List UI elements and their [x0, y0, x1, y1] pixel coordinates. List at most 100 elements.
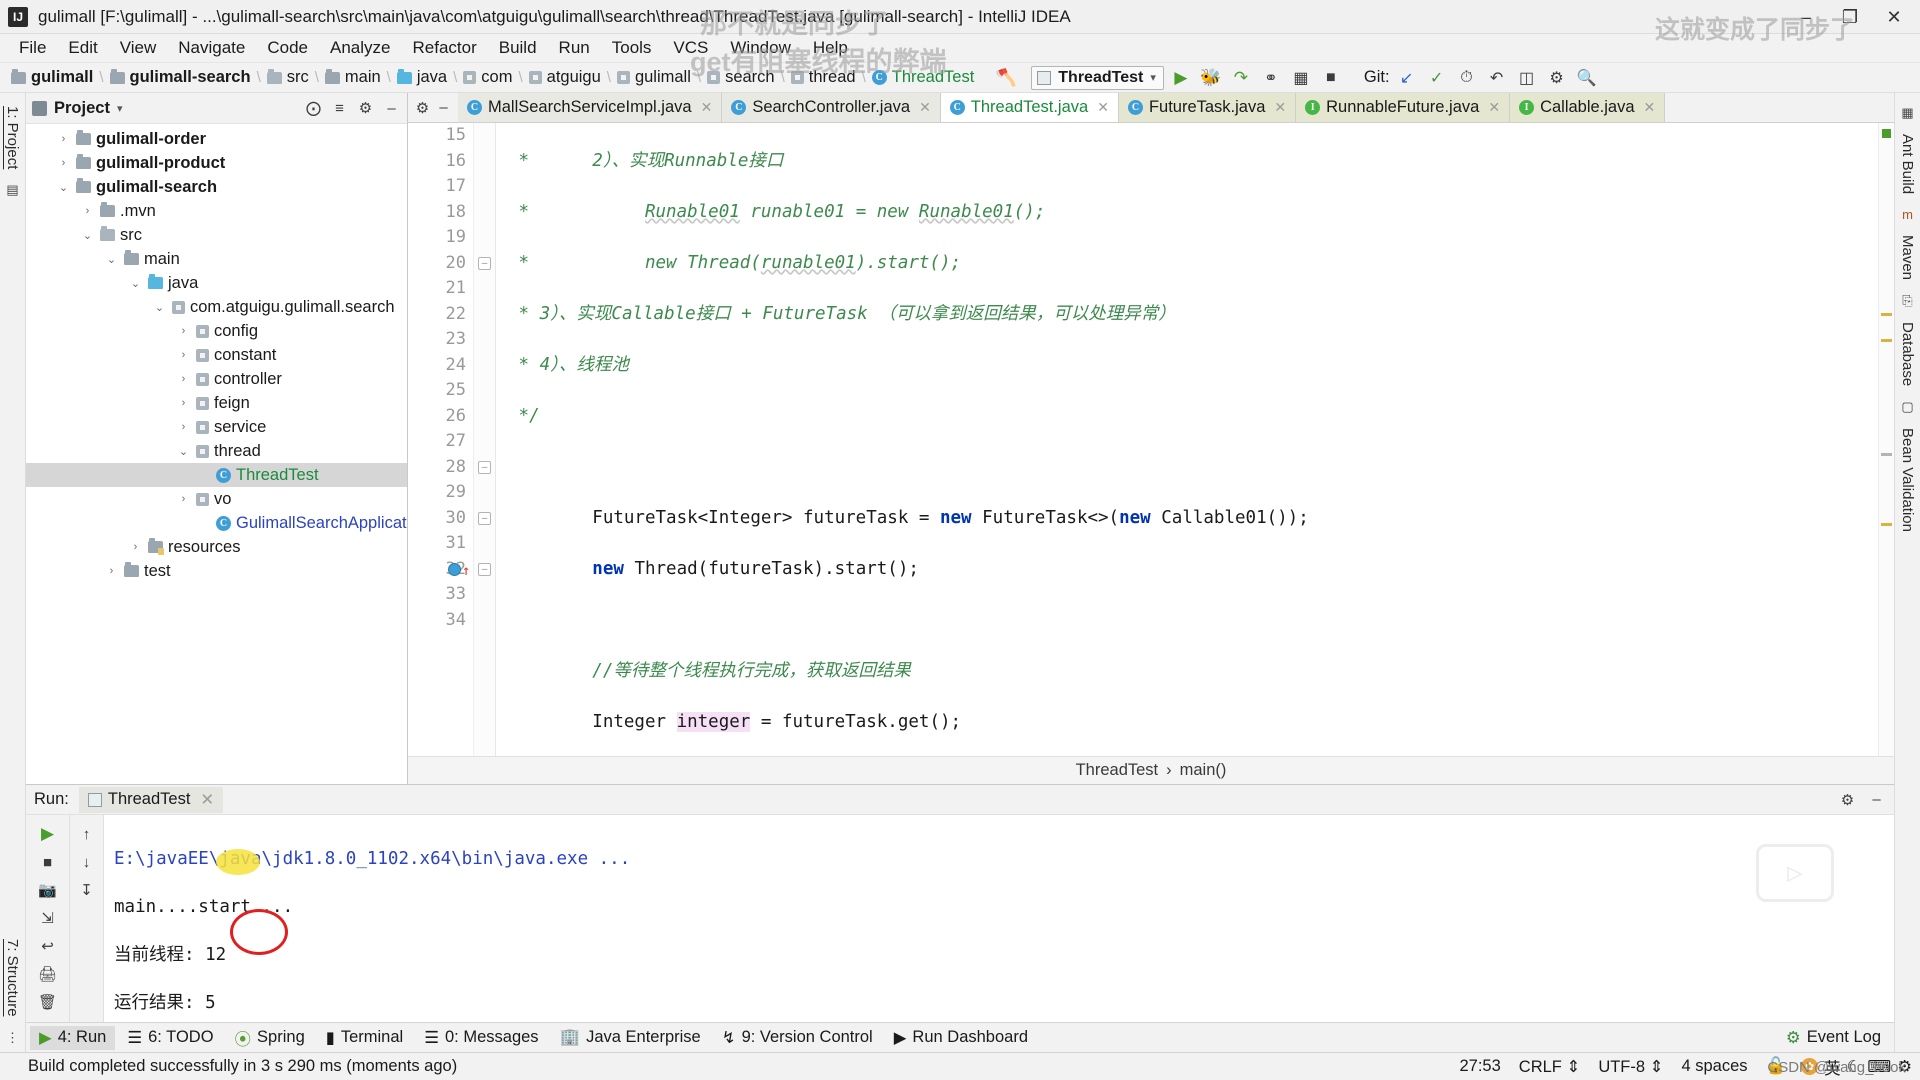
- camera-icon[interactable]: 📷: [34, 877, 62, 903]
- breadcrumb-class[interactable]: ThreadTest: [1076, 761, 1159, 780]
- chevron-right-icon[interactable]: ›: [56, 157, 71, 169]
- chevron-right-icon[interactable]: ›: [176, 493, 191, 505]
- console-output[interactable]: E:\javaEE\java\jdk1.8.0_1102.x64\bin\jav…: [104, 815, 1894, 1022]
- hide-icon[interactable]: –: [434, 98, 453, 117]
- chevron-right-icon[interactable]: ›: [128, 541, 143, 553]
- chevron-down-icon[interactable]: ⌄: [56, 181, 71, 194]
- gear-icon[interactable]: ⚙: [1838, 790, 1857, 809]
- run-tab-threadtest[interactable]: ThreadTest ✕: [78, 786, 224, 813]
- clear-all-icon[interactable]: 🗑: [34, 989, 62, 1015]
- tool-window-button-run-dashboard[interactable]: ▶ Run Dashboard: [885, 1026, 1037, 1050]
- menu-tools[interactable]: Tools: [601, 36, 663, 60]
- scroll-down-icon[interactable]: ↓: [73, 849, 101, 875]
- tool-window-button-version-control[interactable]: ↯ 9: Version Control: [713, 1026, 882, 1050]
- tool-window-button-run[interactable]: ▶ 4: Run: [30, 1025, 116, 1050]
- tree-item-config[interactable]: › config: [26, 319, 407, 343]
- settings-icon[interactable]: ⚙: [1544, 66, 1570, 90]
- line-number-with-breakpoint[interactable]: 32 ↑: [408, 557, 471, 583]
- tab-mallsearchserviceimpl[interactable]: C MallSearchServiceImpl.java ✕: [458, 93, 723, 122]
- soft-wrap-icon[interactable]: ↩: [34, 933, 62, 959]
- menu-run[interactable]: Run: [548, 36, 601, 60]
- chevron-right-icon[interactable]: ›: [176, 397, 191, 409]
- tree-item-package-root[interactable]: ⌄ com.atguigu.gulimall.search: [26, 295, 407, 319]
- tree-item-thread[interactable]: ⌄ thread: [26, 439, 407, 463]
- tool-window-button-todo[interactable]: ☰ 6: TODO: [118, 1026, 222, 1050]
- close-icon[interactable]: ✕: [1644, 99, 1656, 116]
- breadcrumb-com[interactable]: com: [458, 67, 517, 88]
- code-folding-column[interactable]: – – – –: [474, 123, 496, 756]
- debug-icon[interactable]: 🐝: [1198, 66, 1224, 90]
- tree-item-java[interactable]: ⌄ java: [26, 271, 407, 295]
- close-icon[interactable]: ✕: [1274, 99, 1286, 116]
- attach-icon[interactable]: ▦: [1288, 66, 1314, 90]
- print-icon[interactable]: 🖨: [34, 961, 62, 987]
- menu-analyze[interactable]: Analyze: [319, 36, 401, 60]
- commit-icon[interactable]: ✓: [1424, 66, 1450, 90]
- breadcrumb-method[interactable]: main(): [1180, 761, 1227, 780]
- menu-build[interactable]: Build: [488, 36, 548, 60]
- menu-view[interactable]: View: [109, 36, 168, 60]
- maven-icon[interactable]: m: [1902, 207, 1913, 222]
- ant-build-icon[interactable]: ▦: [1901, 105, 1913, 121]
- tree-item-gulimall-order[interactable]: › gulimall-order: [26, 127, 407, 151]
- chevron-down-icon[interactable]: ⌄: [176, 445, 191, 458]
- tree-item-main[interactable]: ⌄ main: [26, 247, 407, 271]
- chevron-right-icon[interactable]: ›: [104, 565, 119, 577]
- close-icon[interactable]: ✕: [1097, 99, 1109, 116]
- chevron-down-icon[interactable]: ⌄: [128, 277, 143, 290]
- breadcrumb-main[interactable]: main: [320, 67, 386, 88]
- chevron-down-icon[interactable]: ⌄: [152, 301, 167, 314]
- menu-window[interactable]: Window: [719, 36, 801, 60]
- breadcrumb-gulimall-pkg[interactable]: gulimall: [612, 67, 696, 88]
- minimize-icon[interactable]: –: [1784, 0, 1828, 34]
- code-editor[interactable]: 15 16 17 18 19 20 21 22 23 24 25 26 27 2…: [408, 123, 1894, 756]
- scroll-to-end-icon[interactable]: ↧: [73, 877, 101, 903]
- breadcrumb-java[interactable]: java: [392, 67, 452, 88]
- run-with-coverage-icon[interactable]: ↷: [1228, 66, 1254, 90]
- stop-icon[interactable]: ■: [1318, 66, 1344, 90]
- hide-icon[interactable]: –: [1867, 790, 1886, 809]
- menu-refactor[interactable]: Refactor: [401, 36, 487, 60]
- breadcrumb-thread[interactable]: thread: [786, 67, 861, 88]
- tool-window-button-terminal[interactable]: ▮ Terminal: [317, 1026, 412, 1050]
- tree-item-resources[interactable]: › resources: [26, 535, 407, 559]
- error-stripe-markers[interactable]: [1878, 123, 1894, 756]
- code-text[interactable]: * 2）、实现Runnable接口 * Runable01 runable01 …: [496, 123, 1878, 756]
- tree-item-threadtest[interactable]: C ThreadTest: [26, 463, 407, 487]
- breadcrumb-atguigu[interactable]: atguigu: [524, 67, 606, 88]
- database-icon[interactable]: ⎘: [1902, 293, 1912, 309]
- tree-item-feign[interactable]: › feign: [26, 391, 407, 415]
- ant-build-icon[interactable]: ▤: [6, 182, 18, 198]
- tab-searchcontroller[interactable]: C SearchController.java ✕: [722, 93, 941, 122]
- tree-item-vo[interactable]: › vo: [26, 487, 407, 511]
- tool-window-button-java-enterprise[interactable]: 🏢 Java Enterprise: [551, 1026, 710, 1049]
- chevron-right-icon[interactable]: ›: [176, 325, 191, 337]
- tab-threadtest[interactable]: C ThreadTest.java ✕: [940, 93, 1119, 122]
- breadcrumb-threadtest[interactable]: C ThreadTest: [867, 67, 980, 88]
- chevron-down-icon[interactable]: ▾: [117, 102, 123, 115]
- settings-icon[interactable]: ⚙: [356, 99, 375, 118]
- tab-futuretask[interactable]: C FutureTask.java ✕: [1118, 93, 1297, 122]
- close-icon[interactable]: ✕: [919, 99, 931, 116]
- line-separator[interactable]: CRLF ⇕: [1510, 1057, 1590, 1077]
- chevron-right-icon[interactable]: ›: [176, 349, 191, 361]
- event-log-button[interactable]: ⚙ Event Log: [1777, 1026, 1890, 1050]
- menu-file[interactable]: File: [8, 36, 57, 60]
- breadcrumb-gulimall-search[interactable]: gulimall-search: [105, 67, 256, 88]
- chevron-right-icon[interactable]: ›: [80, 205, 95, 217]
- tree-item-gulimall-product[interactable]: › gulimall-product: [26, 151, 407, 175]
- tree-item-mvn[interactable]: › .mvn: [26, 199, 407, 223]
- close-icon[interactable]: ✕: [701, 99, 713, 116]
- tree-item-constant[interactable]: › constant: [26, 343, 407, 367]
- tool-window-button-spring[interactable]: ⦿ Spring: [226, 1024, 314, 1052]
- scroll-up-icon[interactable]: ↑: [73, 821, 101, 847]
- tool-window-button-structure[interactable]: 7: Structure: [4, 932, 21, 1024]
- chevron-right-icon[interactable]: ›: [176, 373, 191, 385]
- close-icon[interactable]: ✕: [1872, 0, 1916, 34]
- update-project-icon[interactable]: ↙: [1394, 66, 1420, 90]
- locate-icon[interactable]: ⨀: [304, 99, 323, 118]
- close-icon[interactable]: ✕: [1488, 99, 1500, 116]
- menu-edit[interactable]: Edit: [57, 36, 108, 60]
- tree-item-gulimall-search-application[interactable]: C GulimallSearchApplication: [26, 511, 407, 535]
- more-icon[interactable]: ⋮: [6, 1030, 19, 1046]
